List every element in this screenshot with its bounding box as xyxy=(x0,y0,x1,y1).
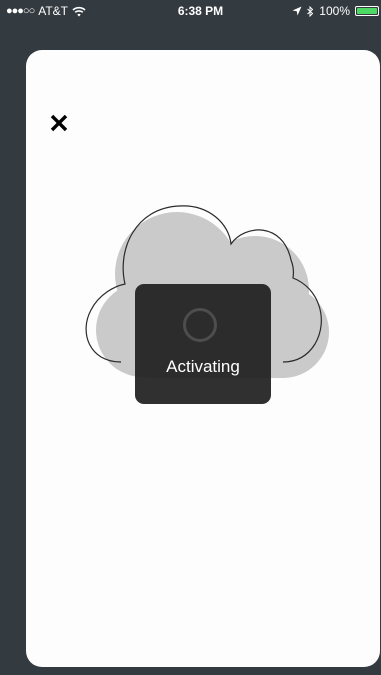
battery-percentage: 100% xyxy=(319,4,350,18)
activity-hud: Activating xyxy=(135,284,271,404)
status-right: 100% xyxy=(292,4,379,18)
location-arrow-icon xyxy=(292,6,302,16)
battery-fill xyxy=(357,8,377,14)
status-bar: ●●●○○ AT&T 6:38 PM 100% xyxy=(0,0,381,22)
spinner-icon xyxy=(183,308,217,342)
close-button[interactable] xyxy=(48,112,70,134)
battery-icon xyxy=(355,6,379,16)
close-icon xyxy=(50,114,68,132)
activating-label: Activating xyxy=(166,357,240,376)
bluetooth-icon xyxy=(307,5,314,17)
